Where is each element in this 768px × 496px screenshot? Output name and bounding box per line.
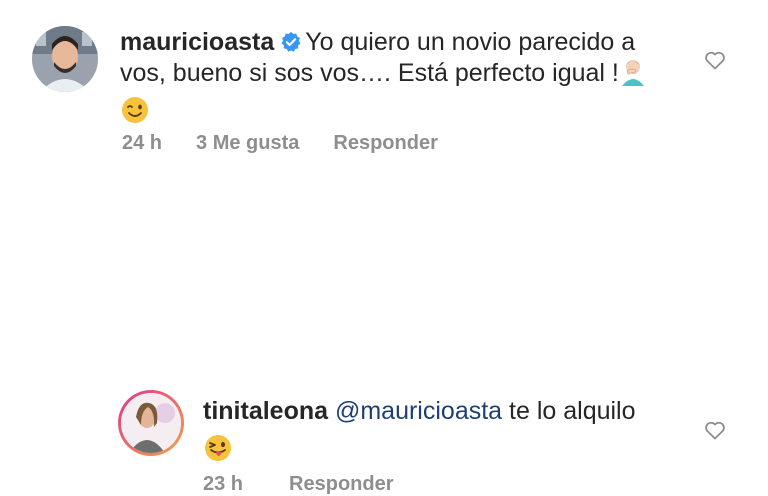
facepalm-emoji-icon (621, 60, 644, 86)
avatar (121, 393, 181, 453)
comment-likes[interactable]: 3 Me gusta (196, 132, 299, 155)
reply-button[interactable]: Responder (333, 132, 437, 155)
avatar-photo (32, 26, 98, 92)
comment-text: tinitaleona @mauricioasta te lo alquilo (203, 396, 683, 463)
mention-link[interactable]: @mauricioasta (335, 397, 502, 425)
comment-username[interactable]: mauricioasta (120, 28, 274, 56)
tongue-wink-emoji-icon (205, 435, 231, 461)
avatar[interactable] (32, 26, 98, 92)
comment-body: te lo alquilo (509, 397, 636, 425)
like-heart-icon[interactable] (703, 48, 727, 72)
like-heart-icon[interactable] (703, 418, 727, 442)
comment-text: mauricioasta Yo quiero un novio parecido … (120, 27, 680, 125)
avatar-photo (121, 393, 181, 453)
comment-time[interactable]: 24 h (122, 132, 162, 155)
reply-item: tinitaleona @mauricioasta te lo alquilo … (0, 190, 768, 495)
reply-button[interactable]: Responder (289, 473, 393, 496)
verified-badge-icon (281, 31, 301, 52)
comment-meta: 24 h 3 Me gusta Responder (122, 132, 438, 155)
comment-item: mauricioasta Yo quiero un novio parecido … (0, 0, 768, 170)
comment-meta: 23 h Responder (203, 473, 394, 496)
comment-time[interactable]: 23 h (203, 473, 243, 496)
wink-emoji-icon (122, 97, 148, 123)
comment-username[interactable]: tinitaleona (203, 397, 328, 425)
